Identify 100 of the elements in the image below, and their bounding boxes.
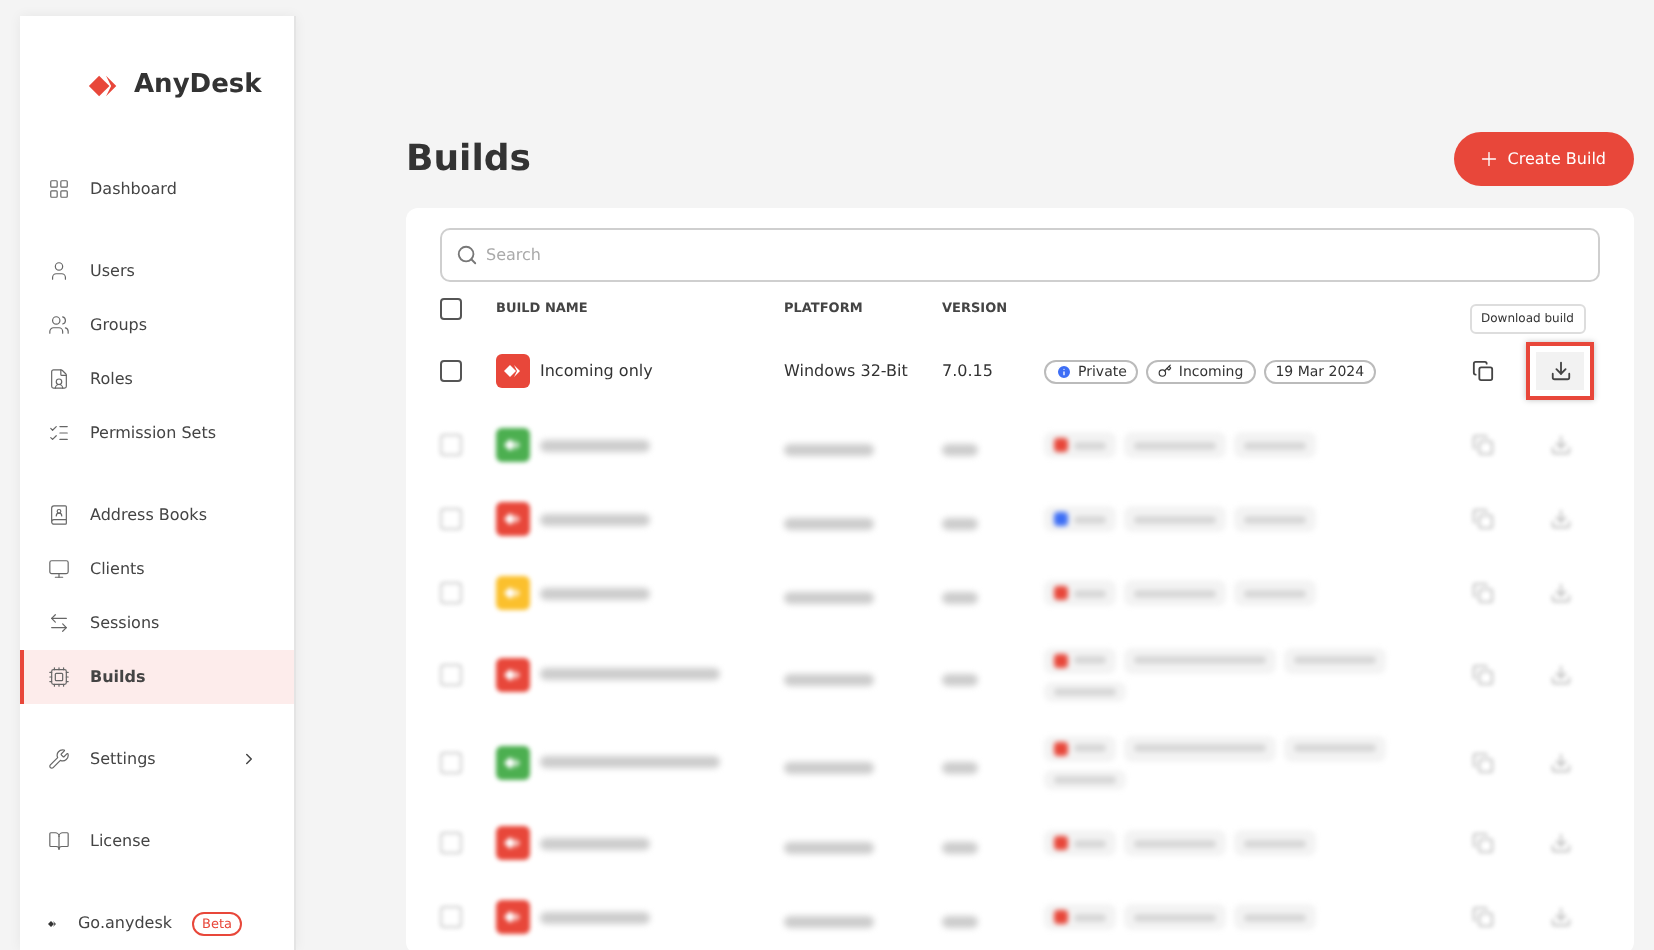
blurred-tag <box>1044 580 1116 606</box>
download-icon[interactable] <box>1549 832 1571 854</box>
search-icon <box>456 244 478 266</box>
logo-icon <box>503 667 523 681</box>
nav-icon <box>48 368 70 390</box>
sidebar-item[interactable]: Clients <box>20 542 294 596</box>
copy-icon <box>1471 360 1493 382</box>
sidebar-item[interactable]: Dashboard <box>20 162 294 216</box>
sidebar-item[interactable]: Roles <box>20 352 294 406</box>
blurred-tag <box>1124 904 1226 930</box>
blurred-text <box>540 837 650 849</box>
nav-icon <box>48 314 70 336</box>
sidebar-item[interactable]: Settings <box>20 732 294 786</box>
copy-icon[interactable] <box>1471 508 1493 530</box>
version-cell-text: 7.0.15 <box>942 362 995 380</box>
page-title: Builds <box>406 138 531 180</box>
blurred-text <box>784 842 874 854</box>
blurred-text <box>942 673 978 685</box>
select-all-checkbox[interactable] <box>440 297 462 319</box>
blurred-tag <box>1234 830 1316 856</box>
blurred-text <box>942 518 978 530</box>
blurred-tag <box>1044 904 1116 930</box>
nav-icon <box>48 504 70 526</box>
logo-icon <box>503 438 523 452</box>
blurred-tag <box>1124 580 1226 606</box>
download-button[interactable] <box>1526 342 1594 400</box>
blurred-tag <box>1124 830 1226 856</box>
download-icon[interactable] <box>1549 434 1571 456</box>
key-icon <box>1158 364 1173 378</box>
download-icon[interactable] <box>1549 508 1571 530</box>
create-build-button[interactable]: Create Build <box>1453 132 1634 186</box>
logo-text: AnyDesk <box>134 70 262 100</box>
copy-icon[interactable] <box>1471 582 1493 604</box>
blurred-tag <box>1234 904 1316 930</box>
nav-icon <box>48 178 70 200</box>
download-icon[interactable] <box>1549 582 1571 604</box>
sidebar-item[interactable]: Permission Sets <box>20 406 294 460</box>
blurred-text <box>784 592 874 604</box>
nav-icon <box>48 558 70 580</box>
nav-icon <box>48 422 70 444</box>
blurred-tag <box>1044 681 1126 701</box>
build-name: Incoming only <box>540 362 653 380</box>
blurred-tag <box>1284 735 1386 761</box>
blurred-text <box>784 673 874 685</box>
diamond-icon <box>48 915 58 931</box>
logo-icon <box>503 512 523 526</box>
blurred-text <box>540 911 650 923</box>
logo-icon <box>503 755 523 769</box>
blurred-text <box>784 518 874 530</box>
blurred-text <box>540 587 650 599</box>
logo-icon <box>503 586 523 600</box>
sidebar-item[interactable]: Users <box>20 244 294 298</box>
sidebar-item[interactable]: Sessions <box>20 596 294 650</box>
blurred-tag <box>1234 580 1316 606</box>
blurred-tag <box>1124 432 1226 458</box>
logo-icon <box>503 836 523 850</box>
nav-icon <box>48 260 70 282</box>
blurred-tag <box>1044 830 1116 856</box>
sidebar-item[interactable]: Address Books <box>20 488 294 542</box>
sidebar-item[interactable]: License <box>20 814 294 868</box>
download-icon[interactable] <box>1549 751 1571 773</box>
nav-icon <box>48 666 70 688</box>
blurred-tag <box>1234 506 1316 532</box>
nav-icon <box>48 830 70 852</box>
blurred-text <box>784 916 874 928</box>
blurred-tag <box>1284 647 1386 673</box>
blurred-text <box>540 439 650 451</box>
copy-icon[interactable] <box>1471 906 1493 928</box>
logo-icon <box>503 910 523 924</box>
info-icon <box>1056 363 1072 379</box>
blurred-tag <box>1044 735 1116 761</box>
blurred-text <box>784 444 874 456</box>
copy-icon[interactable] <box>1471 832 1493 854</box>
blurred-text <box>942 761 978 773</box>
copy-icon[interactable] <box>1471 663 1493 685</box>
blurred-text <box>942 592 978 604</box>
blurred-text <box>942 444 978 456</box>
blurred-text <box>942 842 978 854</box>
download-icon[interactable] <box>1549 906 1571 928</box>
blurred-tag <box>1124 506 1226 532</box>
logo-icon <box>503 364 523 378</box>
blurred-tag <box>1044 647 1116 673</box>
nav-icon <box>48 612 70 634</box>
search-field[interactable]: Search <box>440 228 1600 282</box>
blurred-text <box>942 916 978 928</box>
download-icon[interactable] <box>1549 663 1571 685</box>
blurred-tag <box>1044 506 1116 532</box>
sidebar-item[interactable]: Builds <box>20 650 294 704</box>
blurred-text <box>540 513 650 525</box>
copy-icon[interactable] <box>1471 751 1493 773</box>
copy-icon[interactable] <box>1471 434 1493 456</box>
nav-icon <box>48 748 70 770</box>
download-icon <box>1549 360 1571 382</box>
blurred-tag <box>1044 432 1116 458</box>
plus-icon <box>1477 148 1500 170</box>
row-checkbox[interactable] <box>440 360 462 382</box>
blurred-tag <box>1234 432 1316 458</box>
blurred-text <box>784 761 874 773</box>
sidebar-item[interactable]: Groups <box>20 298 294 352</box>
platform-cell-text: Windows 32-Bit <box>784 362 910 380</box>
